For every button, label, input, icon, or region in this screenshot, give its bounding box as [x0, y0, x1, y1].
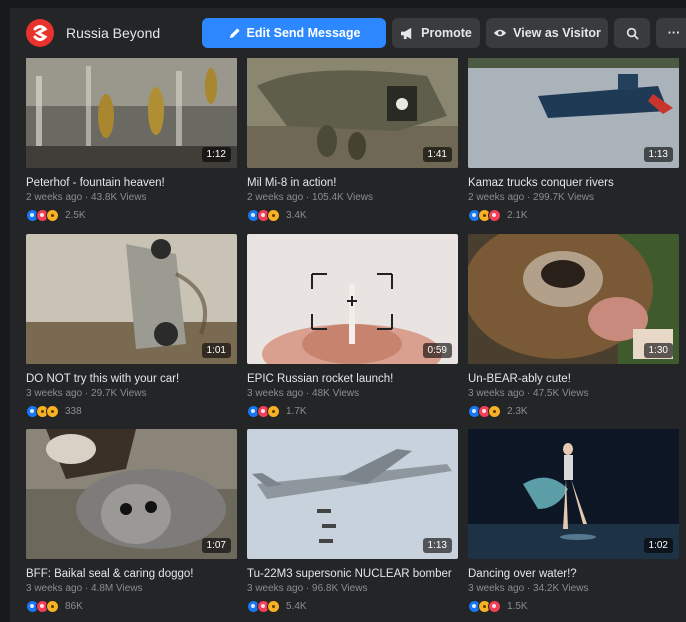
video-card[interactable]: 1:13 Kamaz trucks conquer rivers 2 weeks… — [468, 56, 679, 222]
video-meta: 2 weeks ago · 299.7K Views — [468, 192, 595, 203]
video-card[interactable]: 1:12 Peterhof - fountain heaven! 2 weeks… — [26, 56, 237, 222]
video-thumbnail[interactable]: 1:30 — [468, 234, 679, 364]
video-title[interactable]: Dancing over water!? — [468, 567, 679, 581]
haha-reaction-icon — [488, 404, 501, 418]
view-as-visitor-button[interactable]: View as Visitor — [486, 18, 608, 48]
video-meta: 2 weeks ago · 105.4K Views — [247, 192, 374, 203]
video-meta: 3 weeks ago · 96.8K Views — [247, 583, 368, 594]
video-title[interactable]: Kamaz trucks conquer rivers — [468, 176, 679, 190]
edit-send-message-label: Edit Send Message — [246, 26, 361, 40]
reactions[interactable]: 5.4K — [247, 599, 458, 613]
reaction-count: 1.5K — [507, 600, 528, 612]
video-meta: 3 weeks ago · 4.8M Views — [26, 583, 143, 594]
video-duration: 1:02 — [643, 538, 673, 553]
video-card[interactable]: 1:13 Tu-22M3 supersonic NUCLEAR bomber 3… — [247, 429, 458, 613]
reactions[interactable]: 2.5K — [26, 208, 237, 222]
reaction-count: 2.5K — [65, 209, 86, 221]
search-icon — [626, 27, 638, 39]
reactions[interactable]: 86K — [26, 599, 237, 613]
video-card[interactable]: 1:02 Dancing over water!? 3 weeks ago · … — [468, 429, 679, 613]
reaction-count: 338 — [65, 405, 82, 417]
video-duration: 0:59 — [422, 343, 452, 358]
love-reaction-icon — [488, 208, 501, 222]
edit-send-message-button[interactable]: Edit Send Message — [202, 18, 386, 48]
wow-reaction-icon — [46, 404, 59, 418]
reaction-count: 2.3K — [507, 405, 528, 417]
video-thumbnail[interactable]: 1:01 — [26, 234, 237, 364]
video-meta: 3 weeks ago · 48K Views — [247, 388, 360, 399]
reaction-count: 1.7K — [286, 405, 307, 417]
pencil-icon — [229, 27, 240, 38]
video-title[interactable]: DO NOT try this with your car! — [26, 372, 237, 386]
video-card[interactable]: 0:59 EPIC Russian rocket launch! 3 weeks… — [247, 234, 458, 418]
video-card[interactable]: 1:41 Mil Mi-8 in action! 2 weeks ago · 1… — [247, 56, 458, 222]
reactions[interactable]: 2.3K — [468, 404, 679, 418]
reaction-count: 2.1K — [507, 209, 528, 221]
video-thumbnail[interactable]: 1:41 — [247, 56, 458, 168]
more-options-button[interactable]: ··· — [656, 18, 686, 48]
megaphone-icon — [401, 27, 412, 39]
video-thumbnail[interactable]: 1:12 — [26, 56, 237, 168]
video-duration: 1:41 — [422, 147, 452, 162]
video-duration: 1:01 — [201, 343, 231, 358]
page-name[interactable]: Russia Beyond — [66, 25, 160, 41]
more-icon: ··· — [667, 26, 681, 40]
video-meta: 3 weeks ago · 29.7K Views — [26, 388, 147, 399]
eye-icon — [493, 29, 507, 37]
video-duration: 1:13 — [643, 147, 673, 162]
reaction-count: 86K — [65, 600, 83, 612]
video-card[interactable]: 1:30 Un-BEAR-ably cute! 3 weeks ago · 47… — [468, 234, 679, 418]
wow-reaction-icon — [267, 599, 280, 613]
reactions[interactable]: 1.7K — [247, 404, 458, 418]
haha-reaction-icon — [46, 599, 59, 613]
video-duration: 1:12 — [201, 147, 231, 162]
video-thumbnail[interactable]: 0:59 — [247, 234, 458, 364]
promote-label: Promote — [421, 26, 472, 40]
video-thumbnail[interactable]: 1:07 — [26, 429, 237, 559]
video-duration: 1:13 — [422, 538, 452, 553]
video-duration: 1:07 — [201, 538, 231, 553]
love-reaction-icon — [488, 599, 501, 613]
page-logo[interactable] — [26, 19, 54, 47]
video-card[interactable]: 1:01 DO NOT try this with your car! 3 we… — [26, 234, 237, 418]
video-meta: 2 weeks ago · 43.8K Views — [26, 192, 147, 203]
video-meta: 3 weeks ago · 34.2K Views — [468, 583, 589, 594]
reactions[interactable]: 1.5K — [468, 599, 679, 613]
reaction-count: 3.4K — [286, 209, 307, 221]
video-thumbnail[interactable]: 1:13 — [247, 429, 458, 559]
reactions[interactable]: 3.4K — [247, 208, 458, 222]
video-title[interactable]: Mil Mi-8 in action! — [247, 176, 458, 190]
reactions[interactable]: 338 — [26, 404, 237, 418]
video-title[interactable]: Tu-22M3 supersonic NUCLEAR bomber — [247, 567, 458, 581]
promote-button[interactable]: Promote — [392, 18, 480, 48]
wow-reaction-icon — [267, 404, 280, 418]
search-button[interactable] — [614, 18, 650, 48]
reactions[interactable]: 2.1K — [468, 208, 679, 222]
video-thumbnail[interactable]: 1:02 — [468, 429, 679, 559]
video-title[interactable]: Peterhof - fountain heaven! — [26, 176, 237, 190]
wow-reaction-icon — [267, 208, 280, 222]
wow-reaction-icon — [46, 208, 59, 222]
video-title[interactable]: EPIC Russian rocket launch! — [247, 372, 458, 386]
video-card[interactable]: 1:07 BFF: Baikal seal & caring doggo! 3 … — [26, 429, 237, 613]
view-as-visitor-label: View as Visitor — [513, 26, 601, 40]
page-frame: Russia Beyond Edit Send Message Promote … — [10, 8, 686, 622]
video-title[interactable]: Un-BEAR-ably cute! — [468, 372, 679, 386]
page-header: Russia Beyond Edit Send Message Promote … — [10, 8, 686, 58]
reaction-count: 5.4K — [286, 600, 307, 612]
video-thumbnail[interactable]: 1:13 — [468, 56, 679, 168]
video-title[interactable]: BFF: Baikal seal & caring doggo! — [26, 567, 237, 581]
video-meta: 3 weeks ago · 47.5K Views — [468, 388, 589, 399]
russia-beyond-logo-icon — [33, 25, 48, 41]
video-duration: 1:30 — [643, 343, 673, 358]
